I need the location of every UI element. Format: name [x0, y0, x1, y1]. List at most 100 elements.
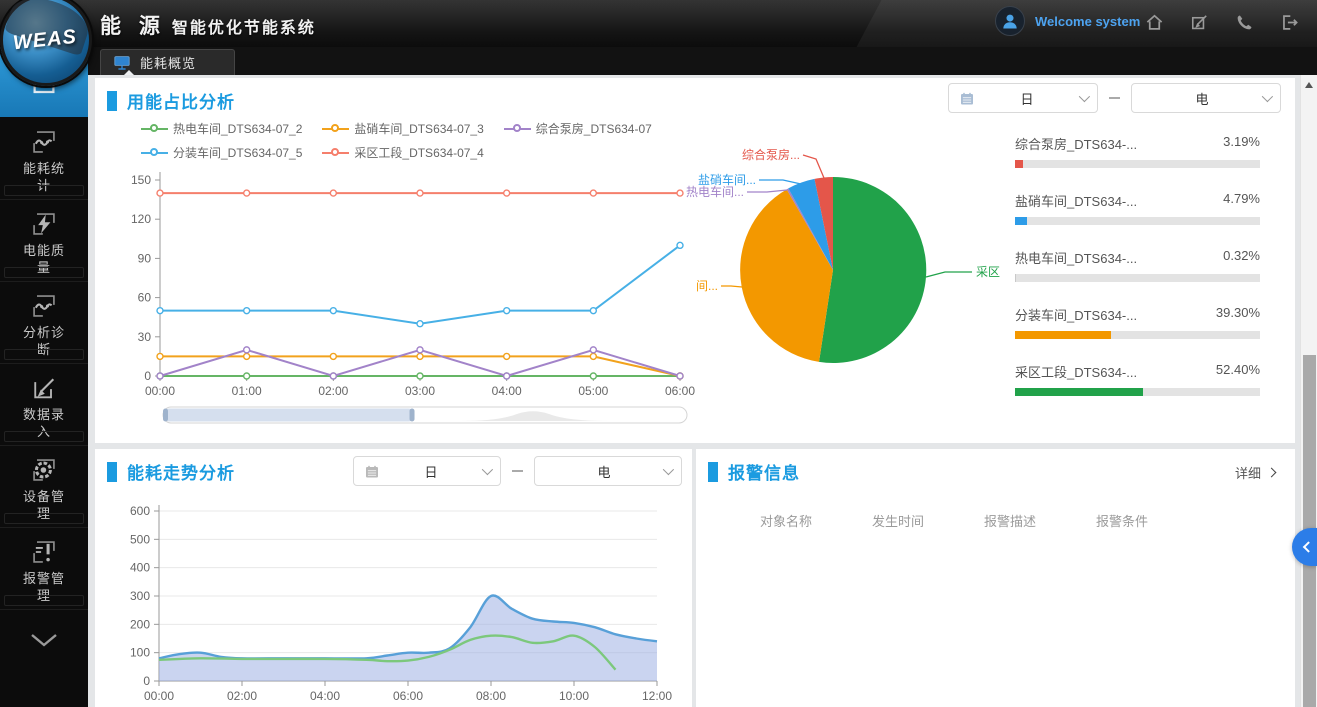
title-accent-bar	[708, 462, 718, 482]
ranking-bar-fill	[1015, 331, 1111, 339]
svg-text:06:00: 06:00	[665, 384, 695, 398]
svg-text:200: 200	[130, 617, 150, 631]
scroll-up-arrow[interactable]	[1305, 82, 1313, 88]
title-accent-bar	[107, 462, 117, 482]
ranking-item: 采区工段_DTS634-...52.40%	[1015, 362, 1260, 419]
svg-text:600: 600	[130, 504, 150, 518]
svg-text:10:00: 10:00	[559, 689, 589, 703]
tab-label: 能耗概览	[140, 53, 196, 72]
line-chart-icon	[30, 128, 58, 156]
sidebar-item-device-mgmt[interactable]: 设备管理	[0, 446, 88, 528]
alarm-column-header: 对象名称	[730, 511, 842, 530]
alarm-column-header: 报警描述	[954, 511, 1066, 530]
ranking-list: 综合泵房_DTS634-...3.19% 盐硝车间_DTS634-...4.79…	[1015, 134, 1260, 419]
ranking-bar-track	[1015, 274, 1260, 282]
ranking-item: 分装车间_DTS634-...39.30%	[1015, 305, 1260, 362]
ranking-label: 综合泵房_DTS634-...	[1015, 134, 1137, 153]
sidebar-item-analysis[interactable]: 分析诊断	[0, 282, 88, 364]
app-header: 能 源智能优化节能系统 Welcome system	[0, 0, 1317, 47]
svg-text:120: 120	[131, 212, 151, 226]
panel-title: 用能占比分析	[107, 88, 235, 113]
user-avatar[interactable]	[995, 6, 1025, 36]
panel-title-text: 能耗走势分析	[127, 459, 235, 484]
ranking-item: 盐硝车间_DTS634-...4.79%	[1015, 191, 1260, 248]
filter-separator	[512, 470, 523, 472]
ranking-label: 盐硝车间_DTS634-...	[1015, 191, 1137, 210]
home-icon[interactable]	[1145, 13, 1164, 32]
legend-item[interactable]: 综合泵房_DTS634-07	[504, 120, 652, 137]
trend-filters: 日 电	[353, 456, 682, 486]
title-accent-bar	[107, 91, 117, 111]
legend-marker	[141, 128, 168, 130]
panel-alarm-info: 报警信息 详细 对象名称 发生时间 报警描述 报警条件	[696, 449, 1295, 707]
sidebar-expand-button[interactable]	[0, 610, 88, 670]
period-select[interactable]: 日	[353, 456, 501, 486]
alarm-detail-link[interactable]: 详细	[1235, 463, 1275, 482]
panel-trend-analysis: 能耗走势分析 日 电 01002003004005	[95, 449, 692, 707]
tab-bar: 能耗概览	[88, 47, 1317, 75]
chevron-left-icon	[1302, 541, 1313, 552]
sidebar-item-data-entry[interactable]: 数据录入	[0, 364, 88, 446]
svg-text:30: 30	[138, 330, 152, 344]
user-area: Welcome system	[995, 6, 1140, 36]
ranking-bar-fill	[1015, 217, 1027, 225]
phone-icon[interactable]	[1235, 13, 1254, 32]
svg-text:05:00: 05:00	[578, 384, 608, 398]
energy-type-select[interactable]: 电	[534, 456, 682, 486]
proportion-filters: 日 电	[948, 83, 1281, 113]
sidebar-item-alarm-mgmt[interactable]: 报警管理	[0, 528, 88, 610]
svg-text:0: 0	[143, 674, 150, 688]
svg-text:00:00: 00:00	[144, 689, 174, 703]
filter-separator	[1109, 97, 1120, 99]
area-chart: 010020030040050060000:0002:0004:0006:000…	[107, 497, 687, 702]
person-icon	[1000, 11, 1020, 31]
monitor-icon	[113, 55, 131, 71]
main-content: 用能占比分析 日 电	[88, 75, 1317, 707]
chart-legend: 热电车间_DTS634-07_2 盐硝车间_DTS634-07_3 综合泵房_D…	[141, 120, 652, 168]
panel-title-text: 报警信息	[728, 459, 800, 484]
datazoom-slider[interactable]	[161, 406, 689, 426]
legend-label: 盐硝车间_DTS634-07_3	[354, 120, 483, 137]
svg-text:400: 400	[130, 561, 150, 575]
logout-icon[interactable]	[1280, 13, 1299, 32]
edit-icon	[30, 374, 58, 402]
svg-text:60: 60	[138, 291, 152, 305]
period-select[interactable]: 日	[948, 83, 1098, 113]
line-chart: 030609012015000:0001:0002:0003:0004:0005…	[113, 164, 723, 404]
sidebar-item-strip	[4, 595, 84, 606]
legend-item[interactable]: 采区工段_DTS634-07_4	[322, 144, 483, 161]
legend-item[interactable]: 热电车间_DTS634-07_2	[141, 120, 302, 137]
chevron-right-icon	[1267, 468, 1277, 478]
svg-text:盐硝车间...: 盐硝车间...	[698, 172, 756, 187]
svg-text:08:00: 08:00	[476, 689, 506, 703]
chevron-down-icon	[482, 464, 493, 475]
svg-text:04:00: 04:00	[310, 689, 340, 703]
ranking-bar-fill	[1015, 160, 1023, 168]
legend-item[interactable]: 分装车间_DTS634-07_5	[141, 144, 302, 161]
panel-title: 报警信息	[708, 459, 800, 484]
ranking-bar-track	[1015, 217, 1260, 225]
legend-item[interactable]: 盐硝车间_DTS634-07_3	[322, 120, 483, 137]
sidebar-item-strip	[4, 513, 84, 524]
sidebar-item-power-quality[interactable]: 电能质量	[0, 200, 88, 282]
svg-text:500: 500	[130, 532, 150, 546]
ranking-percent: 39.30%	[1216, 305, 1260, 324]
welcome-text: Welcome system	[1035, 14, 1140, 29]
ranking-item: 综合泵房_DTS634-...3.19%	[1015, 134, 1260, 191]
svg-text:150: 150	[131, 173, 151, 187]
energy-type-select[interactable]: 电	[1131, 83, 1281, 113]
ranking-bar-track	[1015, 160, 1260, 168]
svg-text:00:00: 00:00	[145, 384, 175, 398]
sidebar-item-energy-stats[interactable]: 能耗统计	[0, 118, 88, 200]
edit-icon[interactable]	[1190, 13, 1209, 32]
sidebar-item-strip	[4, 349, 84, 360]
svg-text:综合泵房...: 综合泵房...	[742, 147, 800, 162]
ranking-label: 采区工段_DTS634-...	[1015, 362, 1137, 381]
vertical-scrollbar[interactable]	[1300, 75, 1317, 707]
svg-text:90: 90	[138, 251, 152, 265]
alarm-icon	[30, 538, 58, 566]
legend-marker	[504, 128, 531, 130]
sidebar-item-strip	[4, 267, 84, 278]
alarm-column-header: 发生时间	[842, 511, 954, 530]
tab-energy-overview[interactable]: 能耗概览	[100, 49, 235, 75]
